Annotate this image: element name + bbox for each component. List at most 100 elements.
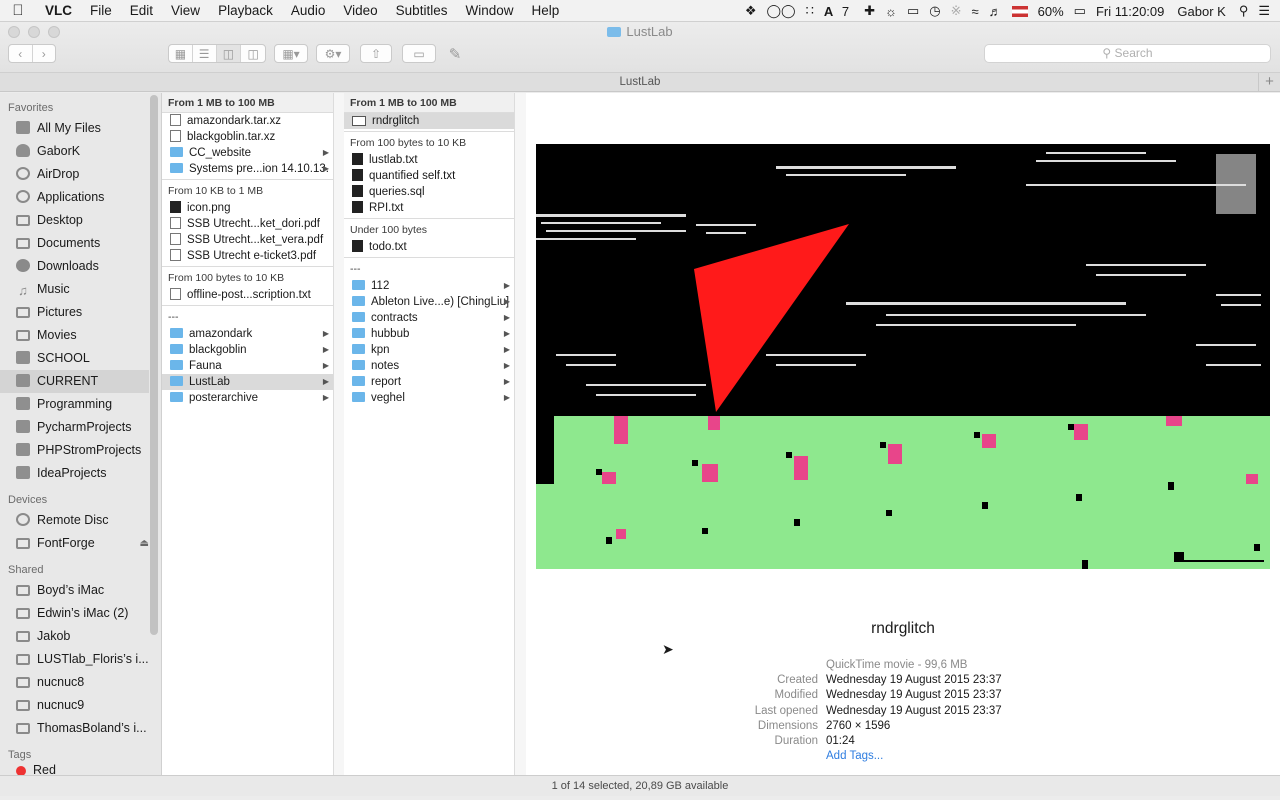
sidebar-item-desktop[interactable]: Desktop: [0, 209, 161, 232]
video-thumbnail[interactable]: [536, 144, 1270, 569]
sidebar-item-pycharmprojects[interactable]: PycharmProjects: [0, 416, 161, 439]
sidebar-item-phpstromprojects[interactable]: PHPStromProjects: [0, 439, 161, 462]
column-view-icon[interactable]: ◫: [216, 45, 242, 62]
apple-icon[interactable]: : [0, 2, 36, 19]
menu-subtitles[interactable]: Subtitles: [387, 3, 457, 18]
menu-help[interactable]: Help: [522, 3, 568, 18]
menu-audio[interactable]: Audio: [282, 3, 335, 18]
list-item[interactable]: report ▶: [344, 374, 514, 390]
airplay-icon[interactable]: ▭: [902, 3, 924, 19]
battery-percent[interactable]: 60%: [1033, 4, 1069, 19]
list-item[interactable]: queries.sql: [344, 184, 514, 200]
flag-icon[interactable]: [1011, 5, 1028, 17]
list-item[interactable]: amazondark ▶: [162, 326, 333, 342]
list-item[interactable]: Systems pre...ion 14.10.13. ▶: [162, 161, 333, 177]
list-item[interactable]: todo.txt: [344, 239, 514, 255]
sidebar-item-pictures[interactable]: Pictures: [0, 301, 161, 324]
list-item[interactable]: SSB Utrecht...ket_vera.pdf: [162, 232, 333, 248]
menu-playback[interactable]: Playback: [209, 3, 282, 18]
list-item[interactable]: posterarchive ▶: [162, 390, 333, 406]
sidebar-item-gabork[interactable]: GaborK: [0, 140, 161, 163]
menu-file[interactable]: File: [81, 3, 121, 18]
menu-app-vlc[interactable]: VLC: [36, 3, 81, 18]
forward-button[interactable]: ›: [33, 45, 56, 62]
list-item[interactable]: veghel ▶: [344, 390, 514, 406]
sidebar-item-tag-red[interactable]: Red: [0, 764, 161, 775]
sidebar-item-edwins-imac[interactable]: Edwin’s iMac (2): [0, 602, 161, 625]
icon-view-icon[interactable]: ▦: [169, 45, 193, 62]
list-item[interactable]: Fauna ▶: [162, 358, 333, 374]
adobe-icon[interactable]: A 7: [819, 4, 859, 19]
list-item[interactable]: SSB Utrecht e-ticket3.pdf: [162, 248, 333, 264]
list-item[interactable]: amazondark.tar.xz: [162, 113, 333, 129]
share-button[interactable]: ⇧: [360, 44, 392, 63]
menu-video[interactable]: Video: [334, 3, 386, 18]
menu-window[interactable]: Window: [456, 3, 522, 18]
sidebar-item-music[interactable]: ♫ Music: [0, 278, 161, 301]
user-name[interactable]: Gabor K: [1169, 4, 1233, 19]
list-view-icon[interactable]: ☰: [193, 45, 217, 62]
back-button[interactable]: ‹: [9, 45, 33, 62]
dropbox-icon[interactable]: ❖: [740, 3, 762, 19]
wifi-icon[interactable]: ≈: [967, 4, 984, 19]
sidebar-item-airdrop[interactable]: AirDrop: [0, 163, 161, 186]
list-item[interactable]: notes ▶: [344, 358, 514, 374]
list-item[interactable]: SSB Utrecht...ket_dori.pdf: [162, 216, 333, 232]
tags-button[interactable]: ▭: [402, 44, 436, 63]
list-item[interactable]: lustlab.txt: [344, 152, 514, 168]
clock[interactable]: Fri 11:20:09: [1091, 4, 1169, 19]
volume-icon[interactable]: ♬: [984, 4, 1007, 19]
sidebar-item-programming[interactable]: Programming: [0, 393, 161, 416]
sidebar-item-ideaprojects[interactable]: IdeaProjects: [0, 462, 161, 485]
glasses-icon[interactable]: ◯◯: [761, 3, 800, 19]
list-item[interactable]: icon.png: [162, 200, 333, 216]
sidebar-item-applications[interactable]: Applications: [0, 186, 161, 209]
sidebar-item-boyds-imac[interactable]: Boyd’s iMac: [0, 579, 161, 602]
coverflow-view-icon[interactable]: ◫: [241, 45, 265, 62]
list-item[interactable]: kpn ▶: [344, 342, 514, 358]
tab-lustlab[interactable]: LustLab: [620, 76, 661, 88]
eye-icon[interactable]: ☼: [880, 4, 902, 19]
list-item[interactable]: blackgoblin ▶: [162, 342, 333, 358]
list-item[interactable]: rndrglitch: [344, 113, 514, 129]
battery-icon[interactable]: ▭: [1069, 3, 1091, 19]
menu-edit[interactable]: Edit: [121, 3, 162, 18]
sidebar-item-nucnuc9[interactable]: nucnuc9: [0, 694, 161, 717]
plus-icon[interactable]: ✚: [859, 3, 880, 19]
sidebar-item-school[interactable]: SCHOOL: [0, 347, 161, 370]
list-item[interactable]: LustLab ▶: [162, 374, 333, 390]
sidebar-item-nucnuc8[interactable]: nucnuc8: [0, 671, 161, 694]
bluetooth-icon[interactable]: ※: [946, 3, 967, 19]
sidebar-item-movies[interactable]: Movies: [0, 324, 161, 347]
sidebar-scrollbar[interactable]: [150, 95, 158, 635]
search-field[interactable]: ⚲ Search: [984, 44, 1271, 63]
sidebar-item-documents[interactable]: Documents: [0, 232, 161, 255]
sidebar-item-thomasboland[interactable]: ThomasBoland’s i...: [0, 717, 161, 740]
list-item[interactable]: contracts ▶: [344, 310, 514, 326]
edit-toolbar-icon[interactable]: ✎: [442, 44, 468, 63]
sidebar-item-all-my-files[interactable]: All My Files: [0, 117, 161, 140]
list-item[interactable]: Ableton Live...e) [ChingLiu] ▶: [344, 294, 514, 310]
eject-icon[interactable]: ⏏: [140, 532, 149, 555]
arrange-button[interactable]: ▦▾: [274, 44, 308, 63]
time-machine-icon[interactable]: ◷: [924, 3, 945, 19]
sidebar-item-jakob[interactable]: Jakob: [0, 625, 161, 648]
list-item[interactable]: offline-post...scription.txt: [162, 287, 333, 303]
add-tab-button[interactable]: +: [1258, 73, 1280, 92]
action-button[interactable]: ⚙▾: [316, 44, 350, 63]
sidebar-item-remote-disc[interactable]: Remote Disc: [0, 509, 161, 532]
list-item[interactable]: CC_website ▶: [162, 145, 333, 161]
add-tags-link[interactable]: Add Tags...: [826, 749, 883, 764]
spotlight-icon[interactable]: ⚲: [1234, 3, 1254, 19]
list-item[interactable]: hubbub ▶: [344, 326, 514, 342]
list-item[interactable]: RPI.txt: [344, 200, 514, 216]
sidebar-item-downloads[interactable]: Downloads: [0, 255, 161, 278]
sidebar-item-fontforge[interactable]: FontForge ⏏: [0, 532, 161, 555]
sidebar-item-current[interactable]: CURRENT: [0, 370, 149, 393]
list-item[interactable]: 112 ▶: [344, 278, 514, 294]
list-item[interactable]: quantified self.txt: [344, 168, 514, 184]
notification-center-icon[interactable]: ☰: [1253, 3, 1280, 19]
sidebar-item-lustlab-floris[interactable]: LUSTlab_Floris’s i...: [0, 648, 161, 671]
list-item[interactable]: blackgoblin.tar.xz: [162, 129, 333, 145]
menu-view[interactable]: View: [162, 3, 209, 18]
